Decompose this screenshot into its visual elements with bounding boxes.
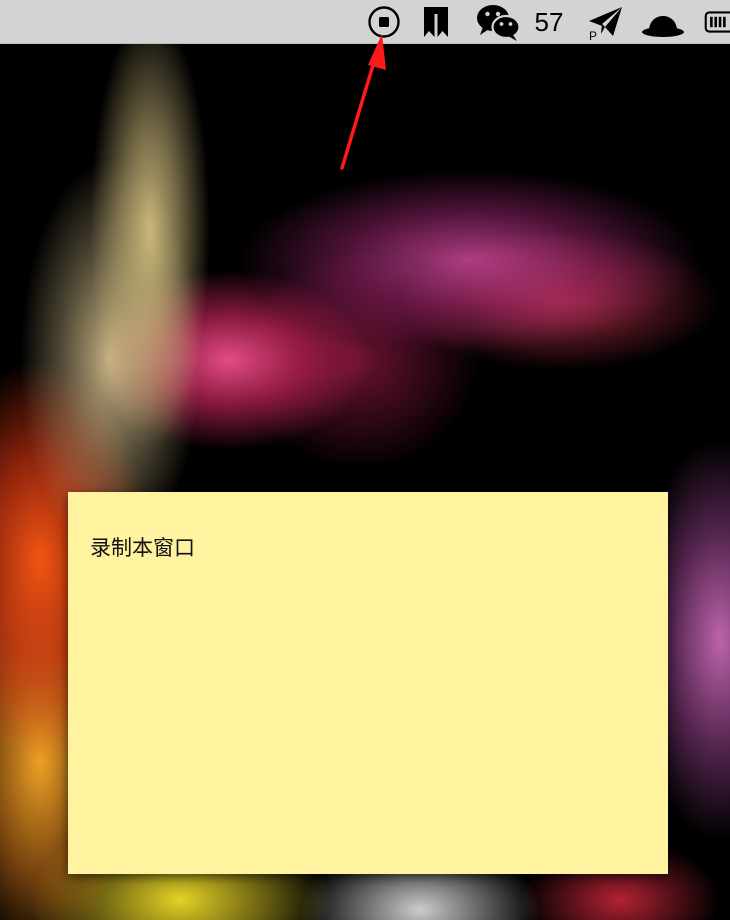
sticky-note-window[interactable]: 录制本窗口 (68, 492, 668, 874)
notification-count[interactable]: 57 (528, 0, 570, 44)
paper-plane-sublabel: P (589, 29, 597, 41)
bookmark-app-icon (424, 7, 448, 37)
battery-button[interactable] (704, 0, 730, 44)
record-stop-button[interactable] (366, 0, 402, 44)
bowler-hat-icon (642, 16, 684, 37)
sticky-note-text[interactable]: 录制本窗口 (90, 534, 668, 562)
battery-icon (704, 11, 730, 33)
wechat-icon (477, 5, 521, 41)
paper-plane-button[interactable]: P (586, 0, 626, 44)
bookmark-app-button[interactable] (420, 0, 452, 44)
paper-plane-icon: P (589, 7, 622, 41)
menu-bar: 57 P (0, 0, 730, 44)
record-stop-icon (368, 6, 400, 38)
wechat-button[interactable] (474, 0, 522, 44)
bowler-hat-button[interactable] (640, 0, 686, 44)
notification-count-label: 57 (534, 7, 564, 37)
